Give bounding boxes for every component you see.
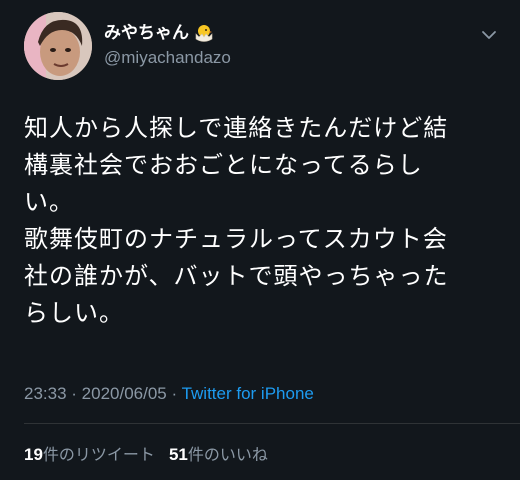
display-name[interactable]: みやちゃん: [104, 22, 189, 44]
tweet-text-line: らしい。: [24, 299, 124, 327]
avatar-image: [24, 12, 92, 80]
tweet-header: みやちゃん @miyachandazo: [24, 12, 504, 82]
tweet-card: みやちゃん @miyachandazo 知人から人探しで連絡きたんだけど結 構裏…: [0, 0, 520, 480]
hatching-chick-icon: [193, 22, 215, 44]
tweet-text-line: 歌舞伎町のナチュラルってスカウト会: [24, 225, 448, 253]
tweet-text-line: 構裏社会でおおごとになってるらし: [24, 151, 423, 179]
tweet-text: 知人から人探しで連絡きたんだけど結 構裏社会でおおごとになってるらし い。 歌舞…: [24, 110, 492, 332]
tweet-time[interactable]: 23:33: [24, 384, 67, 403]
display-name-row[interactable]: みやちゃん: [104, 22, 231, 44]
likes-count: 51: [168, 445, 188, 464]
avatar[interactable]: [24, 12, 92, 80]
tweet-meta: 23:33 · 2020/06/05 · Twitter for iPhone: [24, 384, 314, 404]
retweets-count: 19: [24, 445, 43, 464]
divider: [24, 423, 520, 424]
meta-separator: ·: [171, 384, 182, 403]
retweets-stat[interactable]: 19件のリツイート: [24, 445, 155, 464]
tweet-text-line: 社の誰かが、バットで頭やっちゃった: [24, 262, 449, 290]
retweets-label: 件のリツイート: [42, 445, 155, 464]
tweet-stats: 19件のリツイート 51件のいいね: [24, 441, 268, 465]
tweet-source-link[interactable]: Twitter for iPhone: [182, 384, 314, 403]
chevron-down-icon[interactable]: [480, 26, 498, 44]
user-handle[interactable]: @miyachandazo: [104, 48, 231, 68]
tweet-date[interactable]: 2020/06/05: [82, 384, 167, 403]
tweet-text-line: 知人から人探しで連絡きたんだけど結: [24, 114, 449, 142]
likes-label: 件のいいね: [187, 445, 268, 464]
likes-stat[interactable]: 51件のいいね: [169, 445, 268, 464]
tweet-text-line: い。: [24, 188, 74, 216]
user-names: みやちゃん @miyachandazo: [104, 22, 231, 68]
meta-separator: ·: [71, 384, 82, 403]
